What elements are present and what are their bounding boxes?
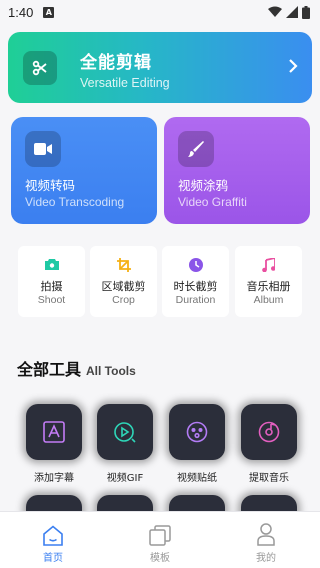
music-disc-icon bbox=[258, 421, 280, 443]
template-icon bbox=[149, 525, 171, 546]
tool-label-zh: 时长截剪 bbox=[173, 280, 218, 293]
status-bar: 1:40 A bbox=[0, 0, 320, 24]
tool-label-en: Shoot bbox=[37, 294, 66, 306]
wifi-icon bbox=[268, 6, 282, 17]
tab-templates[interactable]: 模板 bbox=[130, 522, 190, 564]
camera-icon bbox=[44, 259, 59, 270]
tool-label-zh: 音乐相册 bbox=[246, 280, 291, 293]
music-note-icon bbox=[262, 258, 275, 272]
card-title: 视频涂鸦 bbox=[178, 178, 229, 193]
shoot-button[interactable]: 拍摄 Shoot bbox=[18, 246, 85, 317]
sticker-face-icon bbox=[186, 421, 208, 443]
tool-label: 提取音乐 bbox=[249, 473, 289, 484]
clock-icon bbox=[188, 258, 203, 272]
tool-label-zh: 拍摄 bbox=[40, 280, 63, 293]
tab-home[interactable]: 首页 bbox=[23, 522, 83, 564]
extract-music-tool[interactable]: 提取音乐 bbox=[240, 404, 298, 484]
tool-label: 添加字幕 bbox=[34, 473, 74, 484]
crop-button[interactable]: 区域截剪 Crop bbox=[90, 246, 157, 317]
card-subtitle: Video Transcoding bbox=[25, 195, 125, 209]
hero-title: 全能剪辑 bbox=[80, 53, 152, 73]
tool-label-en: Album bbox=[253, 294, 284, 306]
video-camera-icon bbox=[25, 131, 61, 167]
user-icon bbox=[257, 523, 275, 546]
home-icon bbox=[43, 525, 63, 546]
tool-label-en: Duration bbox=[175, 294, 216, 306]
scissors-icon bbox=[23, 51, 57, 85]
tab-label: 我的 bbox=[256, 553, 276, 564]
card-subtitle: Video Graffiti bbox=[178, 195, 247, 209]
bottom-tab-bar: 首页 模板 我的 bbox=[0, 511, 320, 568]
signal-icon bbox=[286, 6, 298, 18]
tab-profile[interactable]: 我的 bbox=[236, 522, 296, 564]
album-button[interactable]: 音乐相册 Album bbox=[235, 246, 302, 317]
status-time: 1:40 bbox=[8, 4, 34, 20]
tab-label: 模板 bbox=[150, 553, 170, 564]
tool-label: 视频GIF bbox=[106, 473, 144, 484]
section-title-zh: 全部工具 bbox=[17, 360, 82, 379]
tool-label-zh: 区域截剪 bbox=[101, 280, 146, 293]
battery-icon bbox=[302, 5, 310, 19]
chevron-right-icon bbox=[289, 59, 298, 73]
card-title: 视频转码 bbox=[25, 178, 76, 193]
subtitle-icon bbox=[43, 421, 65, 443]
status-icons bbox=[268, 5, 310, 19]
hero-subtitle: Versatile Editing bbox=[80, 76, 170, 90]
all-tools-heading: 全部工具 All Tools bbox=[17, 356, 136, 380]
video-graffiti-card[interactable]: 视频涂鸦 Video Graffiti bbox=[164, 117, 310, 224]
tab-label: 首页 bbox=[43, 553, 63, 564]
duration-button[interactable]: 时长截剪 Duration bbox=[162, 246, 229, 317]
section-title-en: All Tools bbox=[86, 364, 136, 378]
video-gif-tool[interactable]: 视频GIF bbox=[96, 404, 154, 484]
tool-label-en: Crop bbox=[112, 294, 135, 306]
notification-icon: A bbox=[43, 6, 55, 18]
video-transcoding-card[interactable]: 视频转码 Video Transcoding bbox=[11, 117, 157, 224]
tool-label: 视频贴纸 bbox=[177, 473, 217, 484]
brush-icon bbox=[178, 131, 214, 167]
video-sticker-tool[interactable]: 视频贴纸 bbox=[168, 404, 226, 484]
add-subtitle-tool[interactable]: 添加字幕 bbox=[25, 404, 83, 484]
crop-icon bbox=[116, 258, 131, 272]
versatile-editing-card[interactable]: 全能剪辑 Versatile Editing bbox=[8, 32, 312, 103]
gif-play-icon bbox=[114, 422, 136, 443]
